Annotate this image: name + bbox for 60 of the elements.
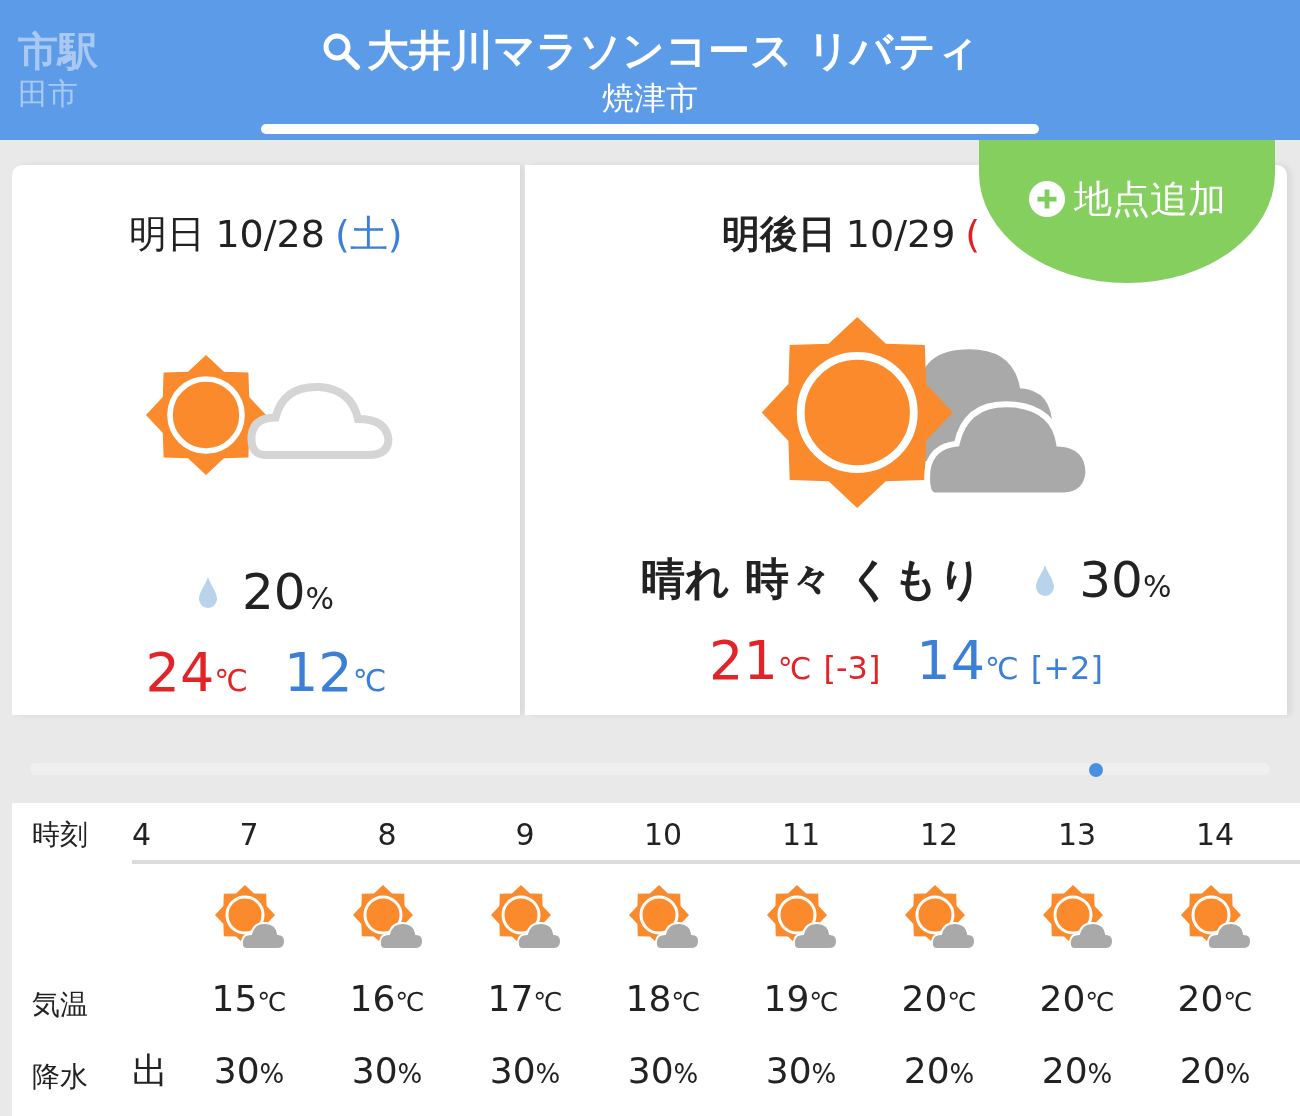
hour-cell-text: 7 [239, 816, 259, 854]
hour-cell-text: 10 [643, 816, 683, 854]
sun-cloud-icon [903, 885, 975, 951]
precipitation-cell-text: 30% [765, 1049, 837, 1093]
weekday-text: ( [965, 212, 981, 256]
row-label: 気温 [32, 987, 89, 1023]
precipitation-cell-text: 30% [351, 1049, 423, 1093]
row-label: 時刻 [32, 817, 89, 853]
low-temperature: 12℃ [284, 641, 387, 704]
date-text: 10/28 [215, 212, 325, 256]
precipitation-value: 30% [1079, 550, 1172, 609]
day-label: 明後日 [721, 211, 836, 258]
raindrop-icon [1035, 563, 1056, 596]
sun-cloud-icon [1041, 885, 1113, 951]
row-label: 降水 [32, 1059, 89, 1095]
temperature-cell: 19℃ [763, 977, 839, 1021]
temperature-cell: 20℃ [901, 977, 977, 1021]
temperature-change: [-3] [823, 649, 881, 687]
temperature-change: [+2] [1030, 649, 1103, 687]
precipitation-cell-text: 20% [1041, 1049, 1113, 1093]
hour-cell-text: 9 [515, 816, 535, 854]
location-city: 田市 [18, 75, 79, 113]
sun-cloud-icon [489, 885, 561, 951]
precipitation-cell-text: 20% [1179, 1049, 1251, 1093]
hour-cell-text: 11 [781, 816, 821, 854]
temperature-cell: 20℃ [1177, 977, 1253, 1021]
weekday-text: (土) [334, 211, 403, 258]
precipitation-cell-text: 20% [903, 1049, 975, 1093]
day-label: 明日 [129, 211, 206, 258]
hour-cell-text: 14 [1195, 816, 1235, 854]
sun-cloud-icon [627, 885, 699, 951]
hour-cell-text: 12 [919, 816, 959, 854]
date-text: 10/29 [845, 212, 956, 256]
precipitation-value: 20% [241, 563, 335, 621]
precipitation-cell-text: 30% [213, 1049, 285, 1093]
plus-icon [1028, 180, 1066, 218]
sun-cloud-icon [1179, 885, 1251, 951]
weather-text: 晴れ 時々 くもり [640, 552, 984, 606]
precipitation-cell: 出 [132, 1049, 168, 1093]
hour-cell-text: 13 [1057, 816, 1097, 854]
temperature-cell: 17℃ [487, 977, 563, 1021]
sun-cloud-icon [351, 885, 423, 951]
high-temperature: 21℃ [709, 629, 812, 692]
hour-cell-text: 4 [132, 816, 152, 854]
precipitation-cell-text: 30% [627, 1049, 699, 1093]
temperature-cell: 20℃ [1039, 977, 1115, 1021]
location-title[interactable]: 大井川マラソンコース リバティ [366, 24, 980, 78]
precipitation-cell-text: 30% [489, 1049, 561, 1093]
temperature-cell: 18℃ [625, 977, 701, 1021]
temperature-cell: 16℃ [349, 977, 425, 1021]
hour-cell-text: 8 [377, 816, 397, 854]
sun-cloud-icon [765, 885, 837, 951]
location-name[interactable]: 市駅 [18, 28, 98, 74]
scroll-handle[interactable] [1089, 763, 1104, 777]
high-temperature: 24℃ [145, 641, 248, 704]
low-temperature: 14℃ [916, 629, 1019, 692]
sun-cloud-icon [213, 885, 285, 951]
raindrop-icon [197, 576, 218, 608]
location-city: 焼津市 [602, 78, 698, 118]
temperature-cell: 15℃ [211, 977, 287, 1021]
